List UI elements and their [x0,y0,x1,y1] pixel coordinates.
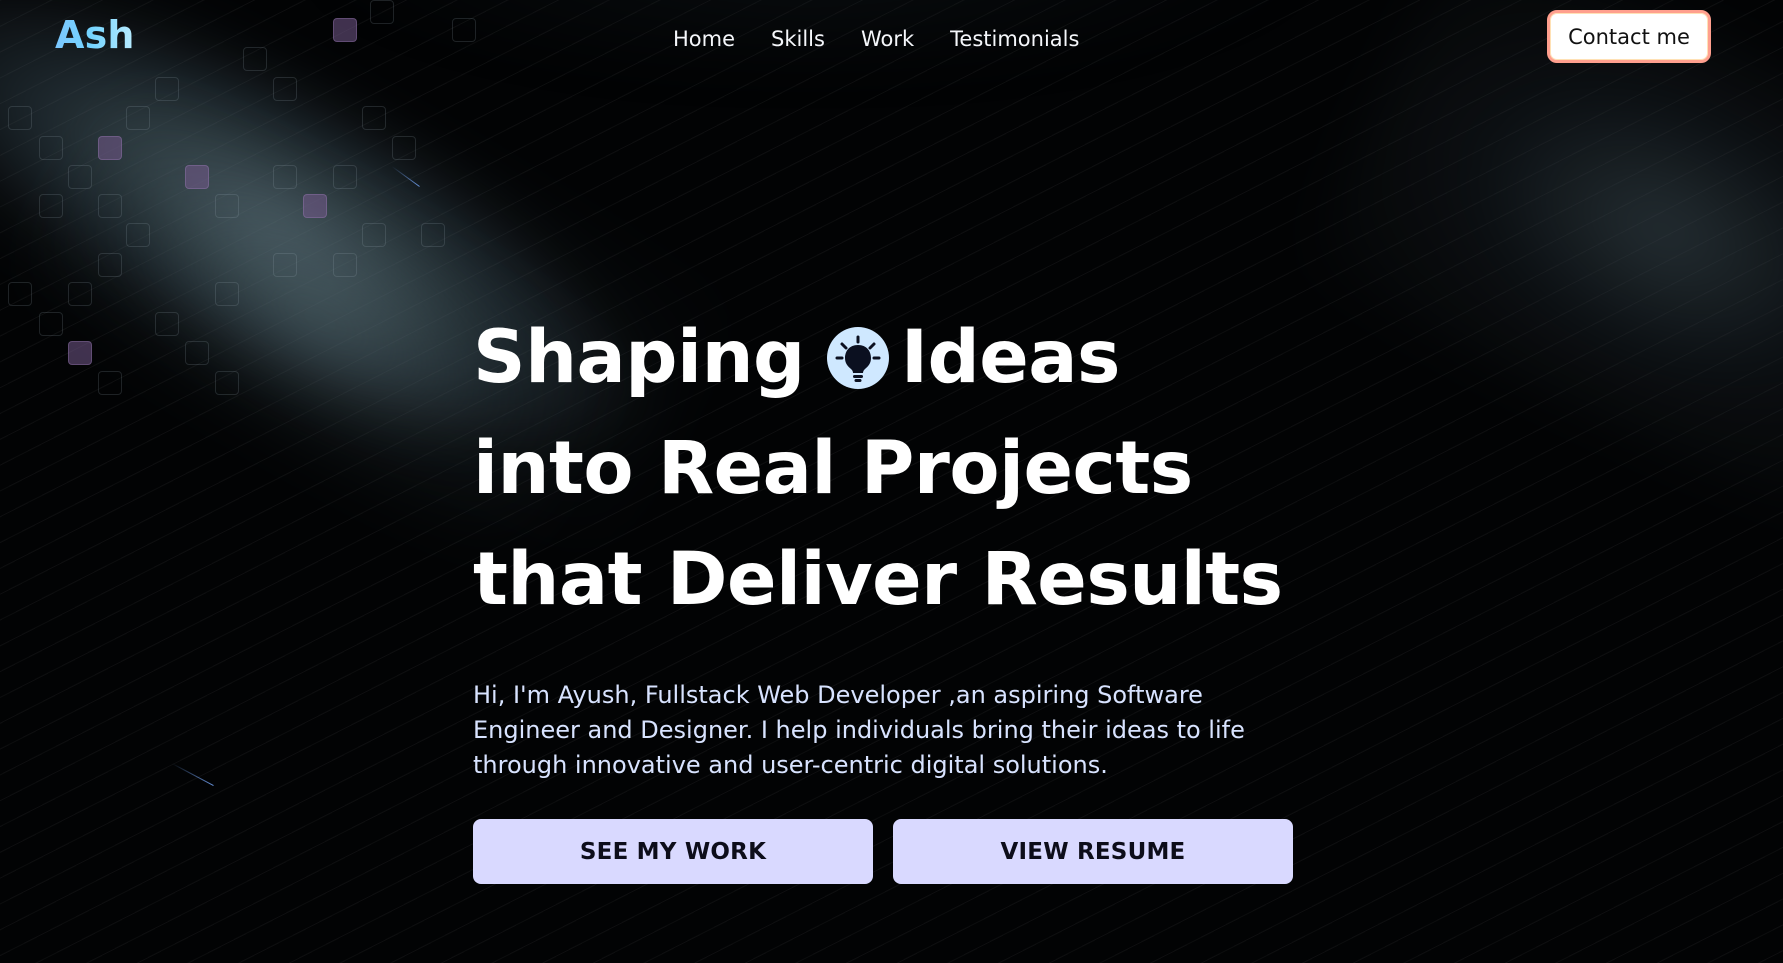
headline-word-ideas: Ideas [900,315,1121,400]
nav-testimonials-link[interactable]: Testimonials [950,24,1079,54]
nav-links: Home Skills Work Testimonials [673,24,1079,54]
nav-work-link[interactable]: Work [861,24,914,54]
hero-section: Shaping Ideas into Real Projects that De… [473,302,1373,884]
headline-line-3: that Deliver Results [473,537,1283,622]
hero-actions: SEE MY WORK VIEW RESUME [473,819,1373,884]
headline-line-2: into Real Projects [473,426,1193,511]
see-my-work-button[interactable]: SEE MY WORK [473,819,873,884]
headline-line-1: Shaping Ideas [473,302,1373,413]
nav-home-link[interactable]: Home [673,24,735,54]
nav-skills-link[interactable]: Skills [771,24,825,54]
top-navigation: Ash Home Skills Work Testimonials Contac… [0,0,1783,78]
headline-word-shaping: Shaping [473,315,805,400]
view-resume-button[interactable]: VIEW RESUME [893,819,1293,884]
hero-headline: Shaping Ideas into Real Projects that De… [473,302,1373,635]
site-logo[interactable]: Ash [55,13,135,57]
lightbulb-icon [826,326,889,389]
portfolio-page: Ash Home Skills Work Testimonials Contac… [0,0,1783,963]
contact-me-button[interactable]: Contact me [1547,10,1711,63]
hero-description: Hi, I'm Ayush, Fullstack Web Developer ,… [473,681,1245,779]
